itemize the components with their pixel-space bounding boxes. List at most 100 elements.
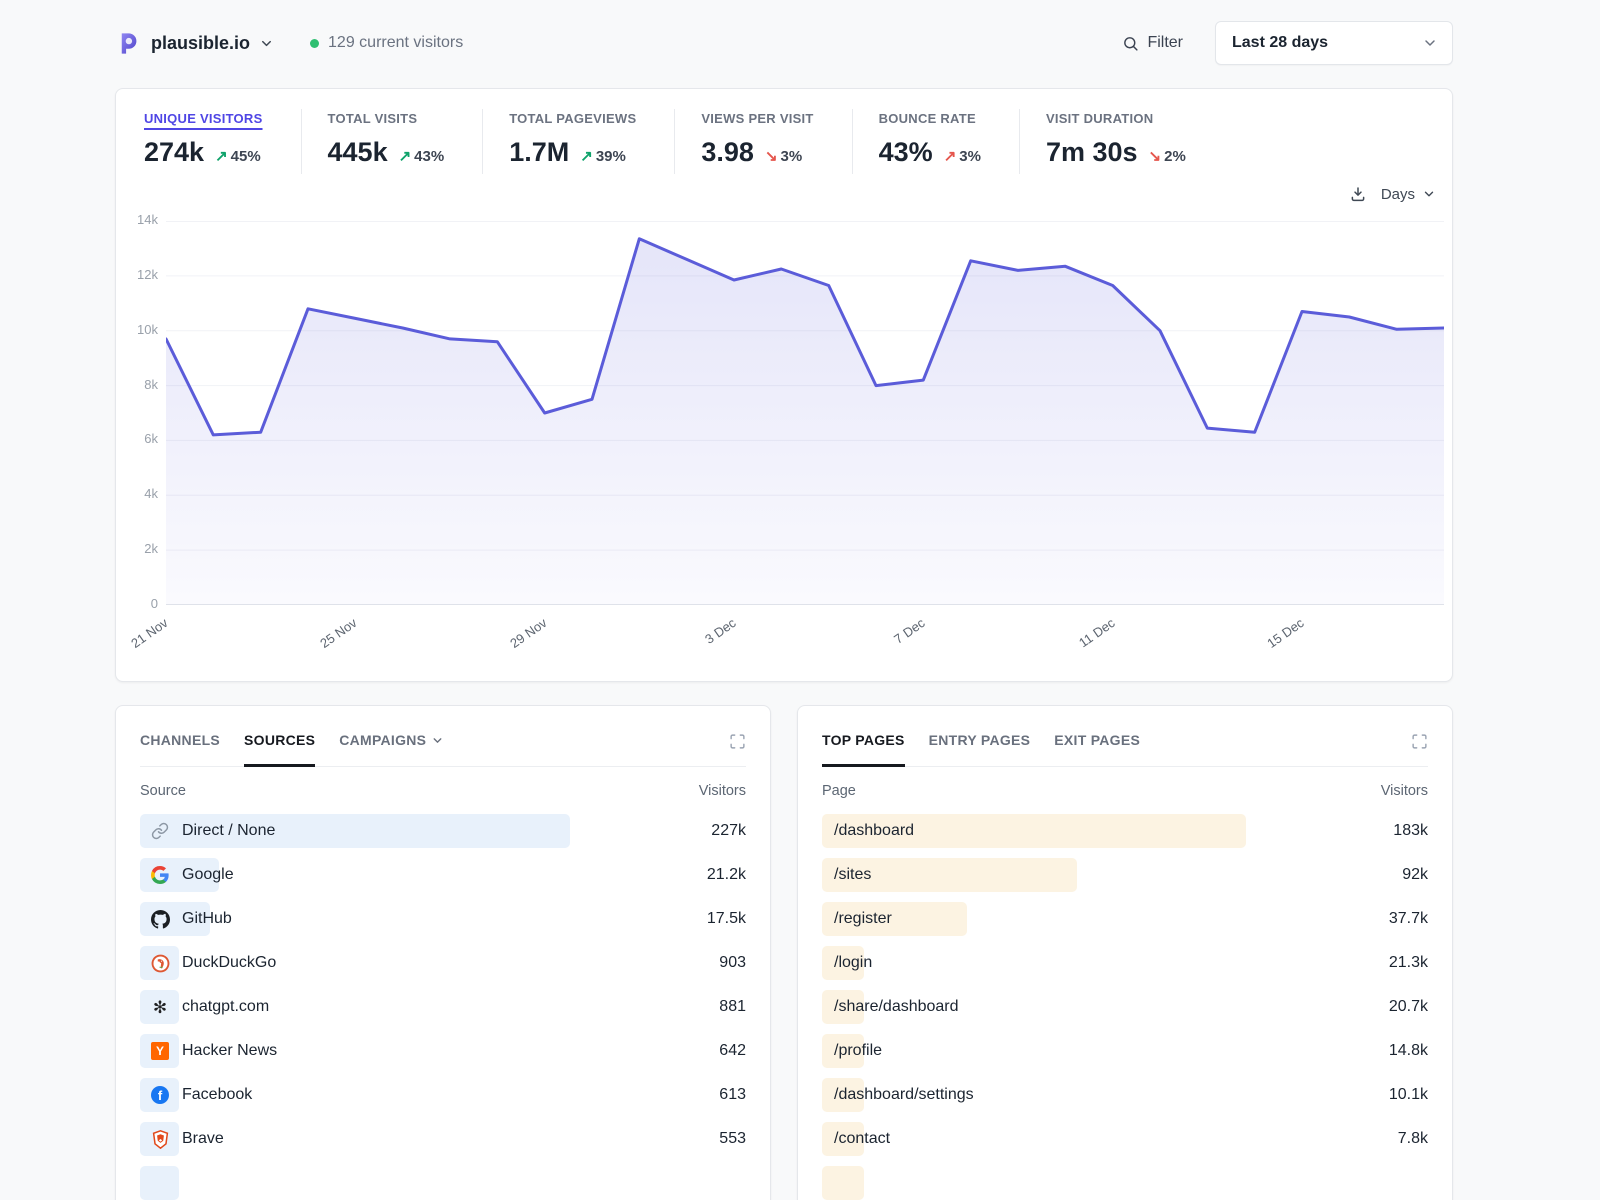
github-icon: [150, 909, 170, 929]
stat-bounce-rate[interactable]: BOUNCE RATE 43% ↗3%: [852, 109, 1019, 174]
sources-tabs: CHANNELS SOURCES CAMPAIGNS: [140, 706, 746, 767]
top-header: plausible.io 129 current visitors Filter…: [115, 0, 1453, 86]
trend-up-icon: ↗: [399, 148, 412, 165]
x-axis-tick: 11 Dec: [1043, 615, 1117, 673]
y-axis-tick: 10k: [116, 322, 158, 337]
source-row-facebook[interactable]: f Facebook 613: [140, 1073, 746, 1117]
stat-total-visits[interactable]: TOTAL VISITS 445k ↗43%: [301, 109, 483, 174]
source-row-brave[interactable]: Brave 553: [140, 1117, 746, 1161]
hackernews-icon: Y: [150, 1041, 170, 1061]
x-axis-tick: 3 Dec: [664, 615, 738, 673]
column-visitors: Visitors: [1381, 783, 1428, 799]
chevron-down-icon: [1422, 187, 1436, 201]
y-axis-tick: 14k: [116, 212, 158, 227]
current-visitors[interactable]: 129 current visitors: [310, 34, 463, 52]
chevron-down-icon: [431, 734, 444, 747]
page-row-dashboard[interactable]: /dashboard 183k: [822, 809, 1428, 853]
source-row-hackernews[interactable]: Y Hacker News 642: [140, 1029, 746, 1073]
sources-column-headers: Source Visitors: [140, 783, 746, 799]
stat-change: ↗43%: [399, 147, 445, 165]
stat-views-per-visit[interactable]: VIEWS PER VISIT 3.98 ↘3%: [674, 109, 851, 174]
page-row-partial: [822, 1161, 1428, 1200]
tab-entry-pages[interactable]: ENTRY PAGES: [929, 732, 1031, 750]
stat-change: ↘3%: [765, 147, 802, 165]
date-range-dropdown[interactable]: Last 28 days: [1215, 21, 1453, 65]
pages-column-headers: Page Visitors: [822, 783, 1428, 799]
expand-icon[interactable]: [1411, 733, 1428, 750]
source-row-google[interactable]: Google 21.2k: [140, 853, 746, 897]
stat-total-pageviews[interactable]: TOTAL PAGEVIEWS 1.7M ↗39%: [482, 109, 674, 174]
source-row-chatgpt[interactable]: ✻ chatgpt.com 881: [140, 985, 746, 1029]
site-name[interactable]: plausible.io: [151, 33, 250, 54]
y-axis-tick: 6k: [116, 431, 158, 446]
page-row-login[interactable]: /login 21.3k: [822, 941, 1428, 985]
download-icon[interactable]: [1349, 185, 1367, 203]
chatgpt-icon: ✻: [150, 997, 170, 1017]
source-row-duckduckgo[interactable]: DuckDuckGo 903: [140, 941, 746, 985]
pages-panel: TOP PAGES ENTRY PAGES EXIT PAGES Page Vi…: [797, 705, 1453, 1200]
page-row-sites[interactable]: /sites 92k: [822, 853, 1428, 897]
sources-list: Direct / None 227k Google 21.2k GitHub 1…: [140, 809, 746, 1200]
source-row-github[interactable]: GitHub 17.5k: [140, 897, 746, 941]
facebook-icon: f: [150, 1085, 170, 1105]
date-range-value: Last 28 days: [1232, 34, 1328, 52]
stat-visit-duration[interactable]: VISIT DURATION 7m 30s ↘2%: [1019, 109, 1224, 174]
brave-icon: [150, 1129, 170, 1149]
tab-sources[interactable]: SOURCES: [244, 732, 315, 750]
link-icon: [150, 821, 170, 841]
source-row-direct[interactable]: Direct / None 227k: [140, 809, 746, 853]
x-axis-tick: 29 Nov: [475, 615, 549, 673]
stat-change: ↘2%: [1149, 147, 1186, 165]
filter-button[interactable]: Filter: [1122, 34, 1183, 52]
sources-panel: CHANNELS SOURCES CAMPAIGNS Source Visito…: [115, 705, 771, 1200]
expand-icon[interactable]: [729, 733, 746, 750]
tab-channels[interactable]: CHANNELS: [140, 732, 220, 750]
column-page: Page: [822, 783, 856, 799]
chart-controls: Days: [1349, 185, 1436, 203]
pages-list: /dashboard 183k /sites 92k /register 37.…: [822, 809, 1428, 1200]
tab-top-pages[interactable]: TOP PAGES: [822, 732, 905, 750]
trend-down-icon: ↘: [765, 148, 778, 165]
current-visitors-label: 129 current visitors: [328, 34, 463, 52]
tab-campaigns[interactable]: CAMPAIGNS: [339, 732, 444, 750]
stat-unique-visitors[interactable]: UNIQUE VISITORS 274k ↗45%: [144, 109, 301, 174]
stats-row: UNIQUE VISITORS 274k ↗45% TOTAL VISITS 4…: [116, 89, 1452, 174]
y-axis-tick: 2k: [116, 541, 158, 556]
google-icon: [150, 865, 170, 885]
y-axis-tick: 0: [116, 596, 158, 611]
page-row-register[interactable]: /register 37.7k: [822, 897, 1428, 941]
page-row-profile[interactable]: /profile 14.8k: [822, 1029, 1428, 1073]
stat-change: ↗45%: [215, 147, 261, 165]
trend-down-icon: ↘: [1149, 148, 1162, 165]
page-row-dashboard-settings[interactable]: /dashboard/settings 10.1k: [822, 1073, 1428, 1117]
column-visitors: Visitors: [699, 783, 746, 799]
page-row-contact[interactable]: /contact 7.8k: [822, 1117, 1428, 1161]
chevron-down-icon: [259, 36, 274, 51]
interval-dropdown[interactable]: Days: [1381, 186, 1436, 203]
chevron-down-icon: [1422, 35, 1438, 51]
y-axis-tick: 4k: [116, 486, 158, 501]
visitors-chart[interactable]: [166, 221, 1444, 605]
trend-up-icon: ↗: [944, 148, 957, 165]
page-row-share-dashboard[interactable]: /share/dashboard 20.7k: [822, 985, 1428, 1029]
filter-label: Filter: [1147, 34, 1183, 52]
y-axis-tick: 12k: [116, 267, 158, 282]
overview-card: UNIQUE VISITORS 274k ↗45% TOTAL VISITS 4…: [115, 88, 1453, 682]
interval-label: Days: [1381, 186, 1415, 203]
search-icon: [1122, 35, 1139, 52]
trend-up-icon: ↗: [580, 148, 593, 165]
stat-change: ↗3%: [944, 147, 981, 165]
x-axis-tick: 15 Dec: [1232, 615, 1306, 673]
x-axis-tick: 25 Nov: [286, 615, 360, 673]
x-axis-tick: 21 Nov: [96, 615, 170, 673]
site-switcher[interactable]: plausible.io: [115, 30, 274, 57]
pages-tabs: TOP PAGES ENTRY PAGES EXIT PAGES: [822, 706, 1428, 767]
stat-change: ↗39%: [580, 147, 626, 165]
x-axis-tick: 7 Dec: [854, 615, 928, 673]
tab-exit-pages[interactable]: EXIT PAGES: [1054, 732, 1140, 750]
trend-up-icon: ↗: [215, 148, 228, 165]
duckduckgo-icon: [150, 953, 170, 973]
live-dot-icon: [310, 39, 319, 48]
column-source: Source: [140, 783, 186, 799]
y-axis-tick: 8k: [116, 377, 158, 392]
